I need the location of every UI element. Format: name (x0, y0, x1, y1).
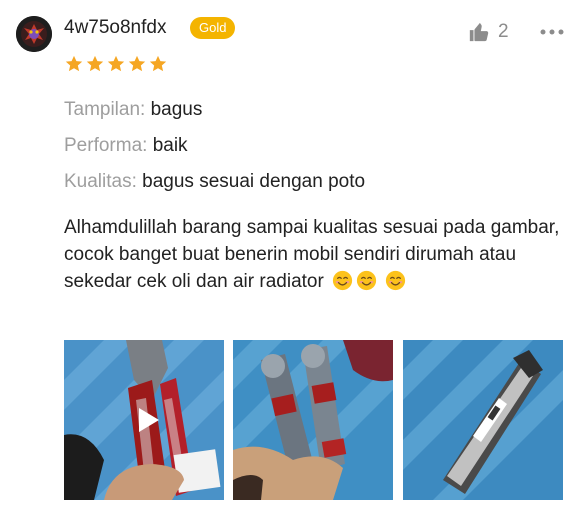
attribute-appearance: Tampilan: bagus (64, 98, 202, 122)
like-button[interactable]: 2 (468, 20, 509, 44)
video-thumbnail-image (64, 340, 224, 500)
smiling-face-emoji-icon (332, 270, 353, 291)
star-icon (128, 55, 146, 72)
star-icon (149, 55, 167, 72)
more-options-button[interactable] (539, 22, 565, 42)
photo-thumbnail-image (233, 340, 393, 500)
photo-thumbnail-image (403, 340, 563, 500)
smiling-face-emoji-icon (356, 270, 377, 291)
attribute-value: baik (152, 135, 188, 156)
star-icon (65, 55, 83, 72)
attribute-label: Performa: (64, 135, 148, 156)
review-comment-text: Alhamdulillah barang sampai kualitas ses… (64, 217, 560, 292)
tier-badge: Gold (190, 17, 236, 39)
attribute-label: Tampilan: (64, 99, 146, 120)
star-icon (86, 55, 104, 72)
attribute-label: Kualitas: (64, 171, 137, 192)
attribute-value: bagus (150, 99, 203, 120)
more-options-icon (540, 29, 564, 35)
thumbs-up-icon (469, 22, 489, 42)
review-photo-thumbnail[interactable] (233, 340, 393, 500)
user-avatar[interactable] (16, 16, 52, 52)
star-rating (64, 54, 168, 74)
username[interactable]: 4w75o8nfdx (64, 16, 166, 40)
attribute-quality: Kualitas: bagus sesuai dengan poto (64, 170, 365, 194)
review-comment: Alhamdulillah barang sampai kualitas ses… (64, 214, 564, 295)
star-icon (107, 55, 125, 72)
smiling-face-emoji-icon (386, 270, 406, 291)
attribute-performance: Performa: baik (64, 134, 188, 158)
avatar-image (16, 16, 52, 52)
review-photo-thumbnail[interactable] (403, 340, 563, 500)
review-video-thumbnail[interactable] (64, 340, 224, 500)
like-count: 2 (498, 21, 509, 42)
attribute-value: bagus sesuai dengan poto (142, 171, 366, 192)
